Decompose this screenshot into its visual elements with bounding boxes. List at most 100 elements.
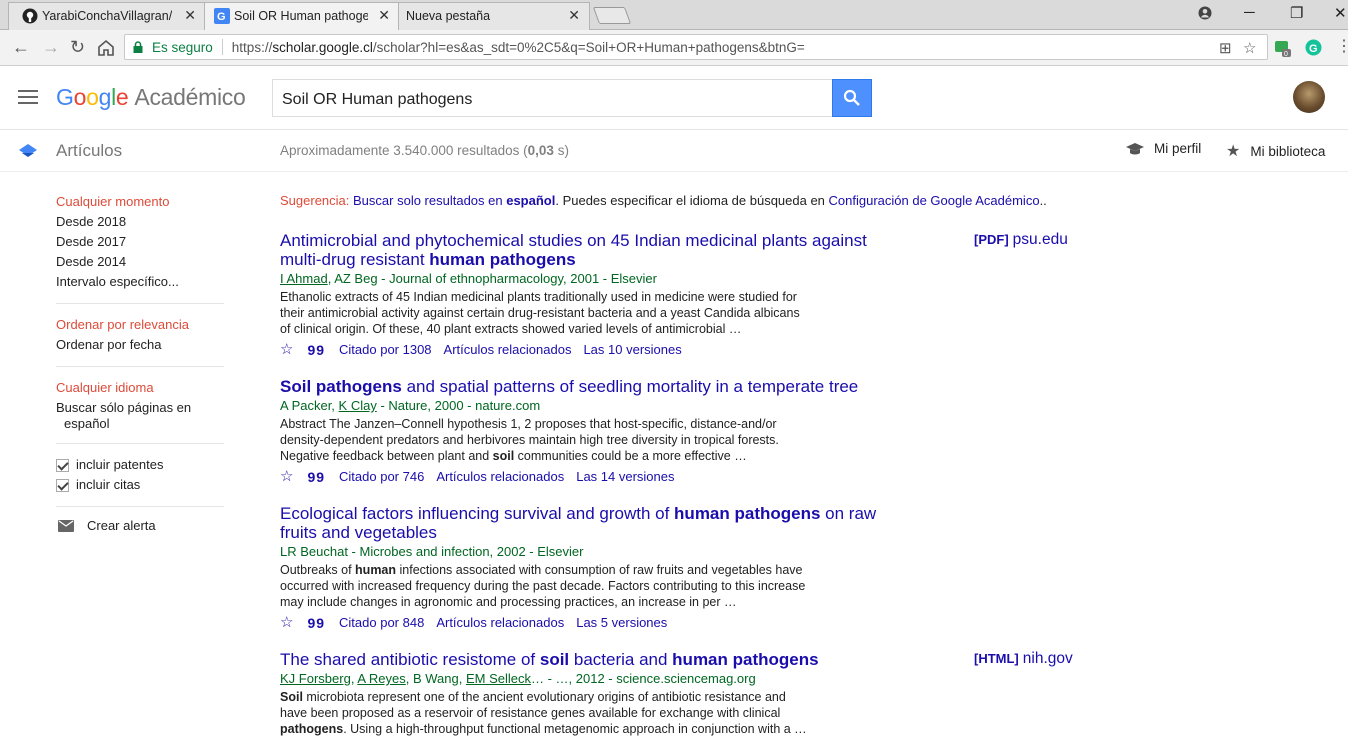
checkbox-checked[interactable] <box>56 458 69 472</box>
filter-any-time[interactable]: Cualquier momento <box>56 192 224 212</box>
extension-icon[interactable]: 0 <box>1274 39 1292 57</box>
result-title-link[interactable]: Soil pathogens and spatial patterns of s… <box>280 377 920 396</box>
result-snippet: Outbreaks of human infections associated… <box>280 562 812 610</box>
divider <box>56 303 224 304</box>
tab-new-tab[interactable]: Nueva pestaña ✕ <box>364 2 588 30</box>
browser-toolbar: ← → ↻ Es seguro https://scholar.google.c… <box>0 30 1348 66</box>
my-library-link[interactable]: ★ Mi biblioteca <box>1226 141 1325 161</box>
reload-icon[interactable]: ↻ <box>70 37 85 58</box>
author-link[interactable]: EM Selleck <box>466 671 531 686</box>
result-item: The shared antibiotic resistome of soil … <box>280 650 1100 737</box>
full-text-link[interactable]: [HTML] nih.gov <box>974 650 1073 668</box>
new-tab-button[interactable] <box>592 7 632 24</box>
related-articles-link[interactable]: Artículos relacionados <box>444 340 572 360</box>
url-host: scholar.google.cl <box>272 39 373 55</box>
author-link[interactable]: I Ahmad <box>280 271 328 286</box>
title-text: Ecological factors influencing survival … <box>280 504 675 523</box>
versions-link[interactable]: Las 5 versiones <box>576 613 667 633</box>
result-title-link[interactable]: Antimicrobial and phytochemical studies … <box>280 231 880 269</box>
snippet-text: . Using a high-throughput functional met… <box>343 722 807 736</box>
divider <box>56 506 224 507</box>
result-title-link[interactable]: Ecological factors influencing survival … <box>280 504 880 542</box>
cite-quote-icon[interactable]: 99 <box>307 467 325 487</box>
scholar-logo[interactable]: Google Académico <box>56 84 246 111</box>
hamburger-menu-icon[interactable] <box>18 90 38 104</box>
related-articles-link[interactable]: Artículos relacionados <box>436 613 564 633</box>
suggestion-link-text: Buscar solo resultados en <box>353 193 507 208</box>
filter-since-2018[interactable]: Desde 2018 <box>56 212 224 232</box>
tab-title: Nueva pestaña <box>406 9 491 23</box>
filter-custom-range[interactable]: Intervalo específico... <box>56 272 224 292</box>
filter-since-2017[interactable]: Desde 2017 <box>56 232 224 252</box>
home-icon[interactable] <box>97 39 115 56</box>
snippet-bold: human <box>355 563 397 577</box>
search-button[interactable] <box>832 79 872 117</box>
back-arrow-icon[interactable]: ← <box>12 37 30 58</box>
result-item: Soil pathogens and spatial patterns of s… <box>280 377 1100 487</box>
filters-sidebar: Cualquier momento Desde 2018 Desde 2017 … <box>56 192 224 533</box>
scholar-settings-link[interactable]: Configuración de Google Académico <box>829 193 1040 208</box>
restore-icon[interactable]: ❐ <box>1290 4 1303 22</box>
versions-link[interactable]: Las 10 versiones <box>583 340 681 360</box>
author-link[interactable]: K Clay <box>339 398 377 413</box>
address-bar[interactable]: Es seguro https://scholar.google.cl/scho… <box>124 34 1268 60</box>
filter-spanish-pages[interactable]: Buscar sólo páginas en español <box>56 398 224 432</box>
close-window-icon[interactable]: ✕ <box>1334 4 1347 22</box>
close-tab-icon[interactable]: ✕ <box>568 7 580 24</box>
cite-quote-icon[interactable]: 99 <box>307 613 325 633</box>
include-citations-checkbox[interactable]: incluir citas <box>56 475 224 495</box>
full-text-link[interactable]: [PDF] psu.edu <box>974 231 1068 249</box>
file-type: [HTML] <box>974 651 1019 666</box>
author-link[interactable]: KJ Forsberg <box>280 671 351 686</box>
scholar-subheader: Artículos Aproximadamente 3.540.000 resu… <box>0 131 1348 172</box>
section-label[interactable]: Artículos <box>56 141 122 161</box>
tab-github[interactable]: YarabiConchaVillagran/Bi ✕ <box>0 2 204 30</box>
filter-since-2014[interactable]: Desde 2014 <box>56 252 224 272</box>
title-text: The shared antibiotic resistome of <box>280 650 540 669</box>
menu-kebab-icon[interactable]: ⋮ <box>1336 36 1348 56</box>
suggestion-link-bold: español <box>506 193 556 208</box>
avatar[interactable] <box>1293 81 1325 113</box>
my-profile-link[interactable]: Mi perfil <box>1126 141 1201 156</box>
scholar-header: Google Académico Soil OR Human pathogens <box>0 66 1348 130</box>
result-authors: KJ Forsberg, A Reyes, B Wang, EM Selleck… <box>280 670 1100 688</box>
save-star-icon[interactable]: ☆ <box>280 613 293 633</box>
author-link[interactable]: A Reyes <box>357 671 405 686</box>
sort-relevance[interactable]: Ordenar por relevancia <box>56 315 224 335</box>
result-snippet: Abstract The Janzen–Connell hypothesis 1… <box>280 416 805 464</box>
search-input[interactable]: Soil OR Human pathogens <box>272 79 833 117</box>
cite-quote-icon[interactable]: 99 <box>307 340 325 360</box>
related-articles-link[interactable]: Artículos relacionados <box>436 467 564 487</box>
minimize-icon[interactable]: ─ <box>1244 4 1255 21</box>
grammarly-icon[interactable]: G <box>1305 39 1322 56</box>
cited-by-link[interactable]: Citado por 848 <box>339 613 424 633</box>
save-star-icon[interactable]: ☆ <box>280 340 293 360</box>
title-bold: Soil pathogens <box>280 377 402 396</box>
url-text[interactable]: https://scholar.google.cl/scholar?hl=es&… <box>232 40 805 55</box>
create-alert-button[interactable]: Crear alerta <box>56 518 224 533</box>
result-title-link[interactable]: The shared antibiotic resistome of soil … <box>280 650 920 669</box>
filter-any-language[interactable]: Cualquier idioma <box>56 378 224 398</box>
save-star-icon[interactable]: ☆ <box>280 467 293 487</box>
checkbox-checked[interactable] <box>56 478 69 492</box>
title-bold: human pathogens <box>429 250 576 269</box>
account-icon[interactable] <box>1198 6 1212 20</box>
result-actions: ☆ 99 Citado por 746 Artículos relacionad… <box>280 467 1100 487</box>
github-icon <box>22 8 38 24</box>
cited-by-link[interactable]: Citado por 1308 <box>339 340 432 360</box>
include-patents-checkbox[interactable]: incluir patentes <box>56 455 224 475</box>
translate-icon[interactable]: ⊞ <box>1219 39 1232 57</box>
cited-by-link[interactable]: Citado por 746 <box>339 467 424 487</box>
results-list: Sugerencia: Buscar solo resultados en es… <box>280 192 1100 736</box>
title-bold: human pathogens <box>674 504 821 523</box>
forward-arrow-icon[interactable]: → <box>42 37 60 58</box>
versions-link[interactable]: Las 14 versiones <box>576 467 674 487</box>
search-spanish-only-link[interactable]: Buscar solo resultados en español <box>353 193 555 208</box>
snippet-text: microbiota represent one of the ancient … <box>280 690 786 720</box>
sort-date[interactable]: Ordenar por fecha <box>56 335 224 355</box>
title-text: and spatial patterns of seedling mortali… <box>401 377 859 396</box>
divider <box>56 443 224 444</box>
articles-icon <box>19 144 37 157</box>
logo-google: Google <box>56 84 129 110</box>
bookmark-star-icon[interactable]: ☆ <box>1243 39 1256 57</box>
